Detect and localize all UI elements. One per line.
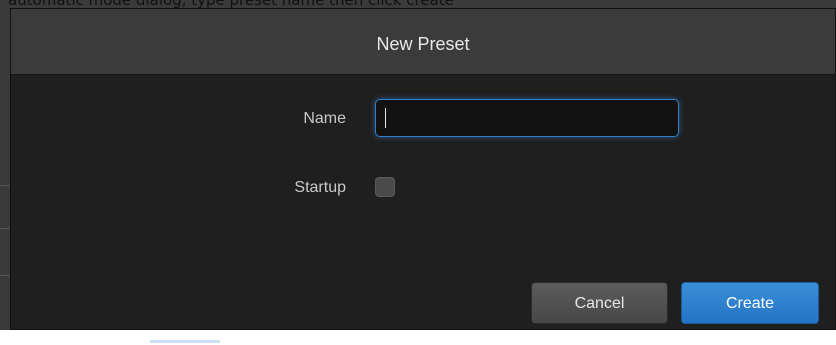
new-preset-dialog: New Preset Name Startup Cancel Create [10,8,836,330]
startup-checkbox[interactable] [375,177,395,197]
name-label: Name [303,110,346,127]
dialog-title: New Preset [376,34,470,54]
name-input[interactable] [375,99,679,137]
create-button[interactable]: Create [681,282,819,324]
startup-label: Startup [294,179,346,196]
cancel-button[interactable]: Cancel [531,282,668,324]
text-caret [385,108,386,128]
dialog-header: New Preset [11,9,835,75]
background-link-fragment [150,340,220,343]
background-footer [0,330,836,345]
